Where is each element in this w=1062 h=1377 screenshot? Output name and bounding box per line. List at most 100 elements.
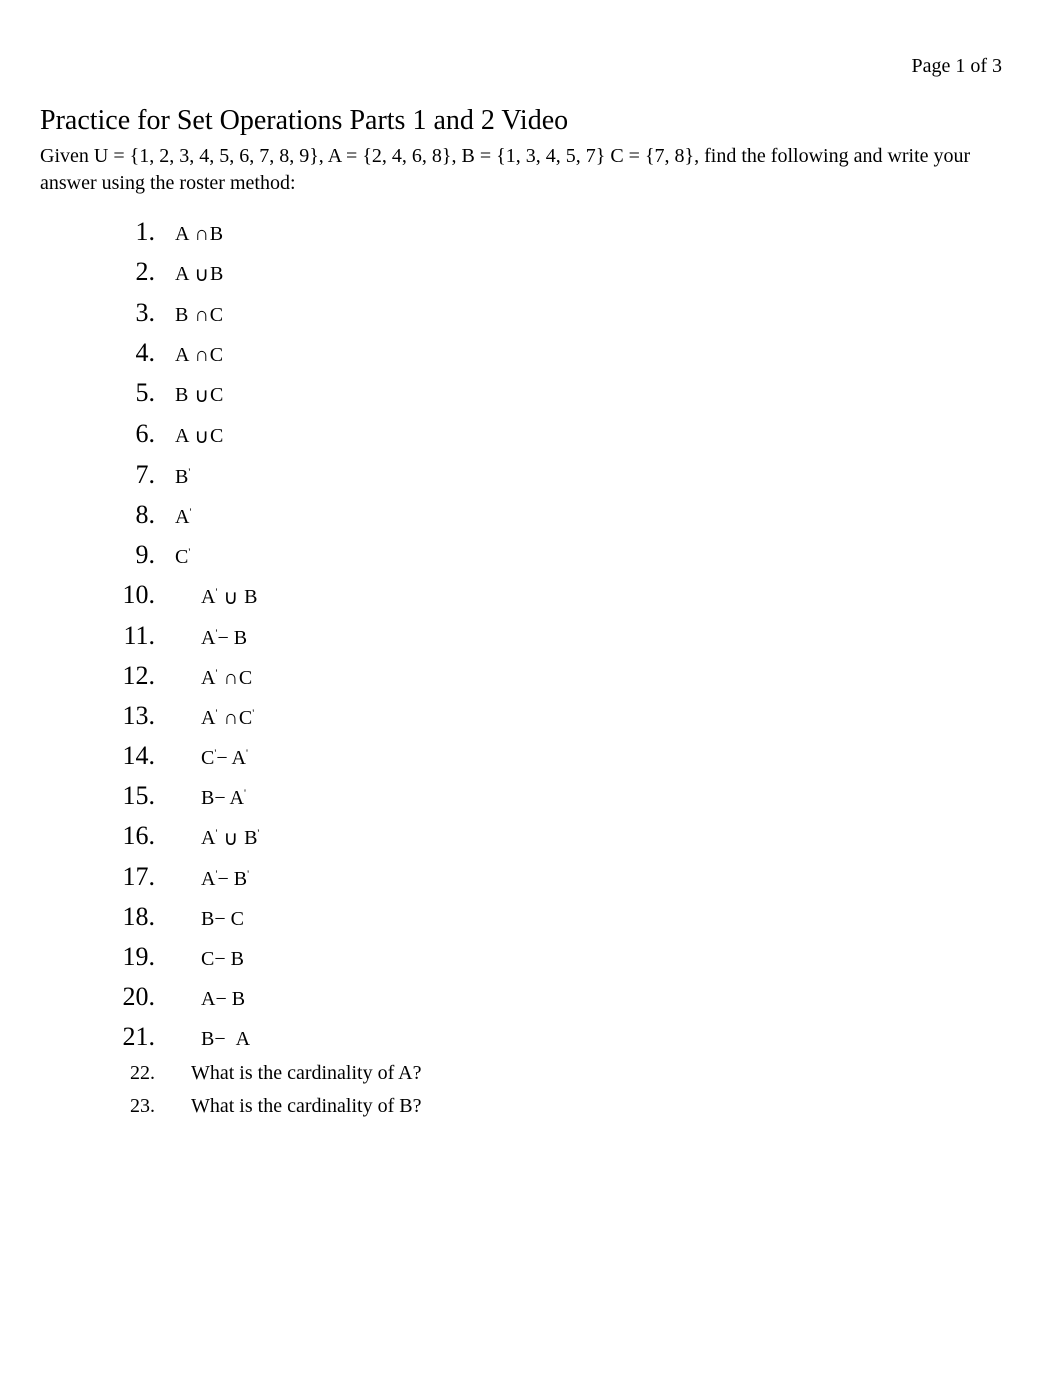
set-c: C xyxy=(201,747,214,769)
problem-number: 20. xyxy=(100,982,155,1012)
set-c: C xyxy=(201,948,214,970)
complement-icon: ' xyxy=(215,586,217,598)
problem-15: 15. B− A' xyxy=(100,781,1022,811)
problem-number: 23. xyxy=(100,1095,155,1118)
set-a: A xyxy=(232,747,246,769)
problem-21: 21. B− A xyxy=(100,1022,1022,1052)
intersection-icon: ∩ xyxy=(194,344,208,367)
set-a: A xyxy=(201,627,215,649)
set-a: A xyxy=(201,707,215,729)
problem-expression: B− A' xyxy=(201,787,246,810)
problem-expression: A' ∩C' xyxy=(201,707,254,731)
set-c: C xyxy=(210,384,223,406)
problem-text: What is the cardinality of A? xyxy=(191,1062,421,1085)
problem-11: 11. A'− B xyxy=(100,621,1022,651)
problem-10: 10. A' ∪ B xyxy=(100,580,1022,611)
set-a: A xyxy=(175,425,188,447)
problem-expression: B' xyxy=(175,466,190,489)
set-b: B xyxy=(175,466,188,488)
problem-number: 3. xyxy=(100,298,155,328)
problem-17: 17. A'− B' xyxy=(100,862,1022,892)
set-c: C xyxy=(210,304,223,326)
problem-18: 18. B− C xyxy=(100,902,1022,932)
problem-22: 22. What is the cardinality of A? xyxy=(100,1062,1022,1085)
problem-number: 6. xyxy=(100,419,155,449)
set-b: B xyxy=(210,223,223,245)
problem-expression: A' ∪ B xyxy=(201,586,257,611)
set-a: A xyxy=(175,344,188,366)
intersection-icon: ∩ xyxy=(223,667,237,690)
set-a: A xyxy=(201,667,215,689)
complement-icon: ' xyxy=(246,747,248,759)
problem-expression: A'− B' xyxy=(201,868,249,891)
problem-4: 4. A ∩C xyxy=(100,338,1022,368)
set-a: A xyxy=(201,827,215,849)
problem-expression: A ∪C xyxy=(175,425,223,450)
minus-icon: − xyxy=(217,627,228,649)
complement-icon: ' xyxy=(257,827,259,839)
complement-icon: ' xyxy=(188,466,190,478)
problem-number: 9. xyxy=(100,540,155,570)
instructions-text: Given U = {1, 2, 3, 4, 5, 6, 7, 8, 9}, A… xyxy=(40,143,1022,197)
problem-number: 16. xyxy=(100,821,155,851)
problem-expression: C' xyxy=(175,546,190,569)
set-b: B xyxy=(201,787,214,809)
problem-14: 14. C'− A' xyxy=(100,741,1022,771)
set-a: A xyxy=(201,868,215,890)
intersection-icon: ∩ xyxy=(223,707,237,730)
problem-number: 11. xyxy=(100,621,155,651)
intersection-icon: ∩ xyxy=(194,223,208,246)
minus-icon: − xyxy=(214,1028,225,1050)
set-a: A xyxy=(175,506,189,528)
problem-13: 13. A' ∩C' xyxy=(100,701,1022,731)
set-a: A xyxy=(175,263,188,285)
problem-expression: B ∪C xyxy=(175,384,223,409)
problem-12: 12. A' ∩C xyxy=(100,661,1022,691)
set-c: C xyxy=(239,667,252,689)
set-b: B xyxy=(234,627,247,649)
set-c: C xyxy=(231,908,244,930)
problem-expression: C'− A' xyxy=(201,747,248,770)
problem-expression: C− B xyxy=(201,948,244,971)
intersection-icon: ∩ xyxy=(194,304,208,327)
set-b: B xyxy=(244,586,257,608)
problem-5: 5. B ∪C xyxy=(100,378,1022,409)
problem-number: 4. xyxy=(100,338,155,368)
set-c: C xyxy=(239,707,252,729)
set-a: A xyxy=(236,1028,250,1050)
problem-19: 19. C− B xyxy=(100,942,1022,972)
set-a: A xyxy=(201,988,215,1010)
problem-expression: A' ∪ B' xyxy=(201,827,259,852)
problem-number: 21. xyxy=(100,1022,155,1052)
problem-expression: B− A xyxy=(201,1028,250,1051)
problem-number: 13. xyxy=(100,701,155,731)
union-icon: ∪ xyxy=(223,826,238,851)
problem-6: 6. A ∪C xyxy=(100,419,1022,450)
set-b: B xyxy=(210,263,223,285)
set-b: B xyxy=(175,304,188,326)
minus-icon: − xyxy=(214,787,225,809)
problem-number: 19. xyxy=(100,942,155,972)
complement-icon: ' xyxy=(188,546,190,558)
problem-number: 7. xyxy=(100,460,155,490)
problem-8: 8. A' xyxy=(100,500,1022,530)
problem-number: 1. xyxy=(100,217,155,247)
problem-expression: A− B xyxy=(201,988,245,1011)
set-b: B xyxy=(201,1028,214,1050)
complement-icon: ' xyxy=(252,707,254,719)
problem-expression: A' ∩C xyxy=(201,667,252,691)
problem-number: 2. xyxy=(100,257,155,287)
problem-2: 2. A ∪B xyxy=(100,257,1022,288)
problem-number: 22. xyxy=(100,1062,155,1085)
set-c: C xyxy=(210,425,223,447)
problem-expression: A ∩B xyxy=(175,223,223,247)
minus-icon: − xyxy=(217,868,228,890)
problem-1: 1. A ∩B xyxy=(100,217,1022,247)
complement-icon: ' xyxy=(247,868,249,880)
union-icon: ∪ xyxy=(194,262,209,287)
set-b: B xyxy=(244,827,257,849)
problem-number: 12. xyxy=(100,661,155,691)
complement-icon: ' xyxy=(215,707,217,719)
set-b: B xyxy=(234,868,247,890)
set-c: C xyxy=(210,344,223,366)
